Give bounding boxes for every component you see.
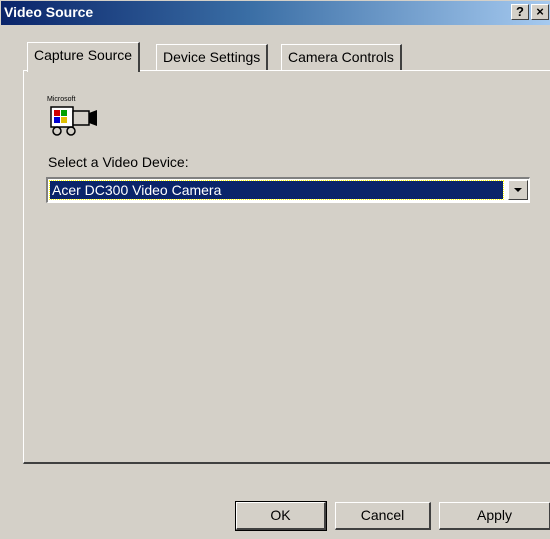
ok-button[interactable]: OK xyxy=(235,501,327,531)
select-video-device-label: Select a Video Device: xyxy=(48,154,189,170)
tab-panel xyxy=(23,70,550,464)
microsoft-video-camera-icon: Microsoft xyxy=(45,93,99,137)
video-device-selected-value: Acer DC300 Video Camera xyxy=(49,180,504,200)
tab-device-settings[interactable]: Device Settings xyxy=(156,44,269,70)
apply-button[interactable]: Apply xyxy=(439,502,550,530)
video-device-select[interactable]: Acer DC300 Video Camera xyxy=(46,177,530,203)
logo-text: Microsoft xyxy=(47,96,75,103)
help-button[interactable]: ? xyxy=(511,4,529,20)
close-button[interactable]: × xyxy=(531,4,549,20)
title-bar[interactable]: Video Source ? × xyxy=(1,1,550,25)
window-title: Video Source xyxy=(4,4,94,20)
tab-camera-controls[interactable]: Camera Controls xyxy=(281,44,402,70)
cancel-button[interactable]: Cancel xyxy=(335,502,431,530)
chevron-down-icon[interactable] xyxy=(508,180,528,200)
video-source-dialog: Video Source ? × Capture Source Device S… xyxy=(0,0,550,539)
tab-capture-source[interactable]: Capture Source xyxy=(27,42,141,74)
